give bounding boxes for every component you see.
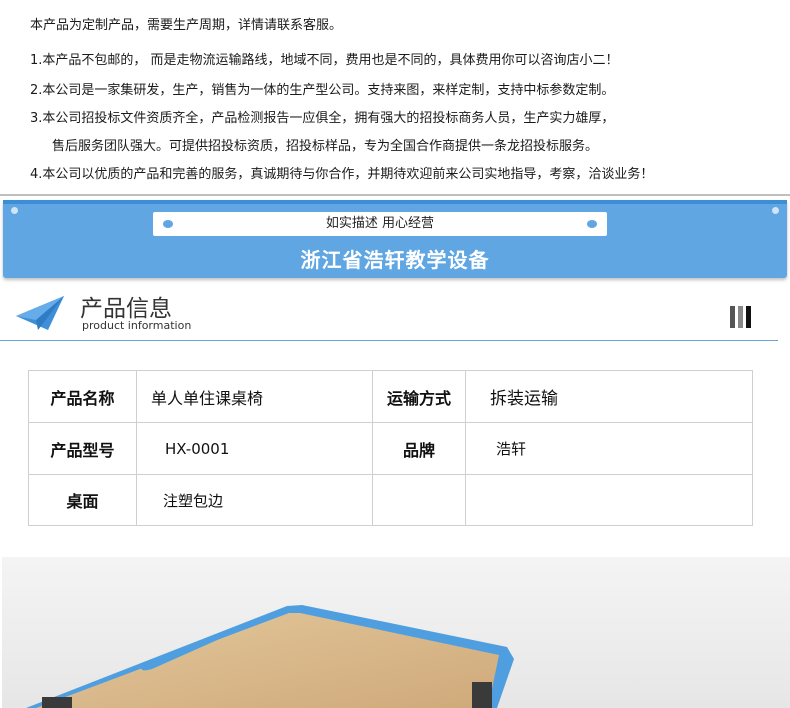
label-text: 品牌: [402, 440, 435, 460]
bar-1: [730, 306, 735, 328]
cell-label-shipping: 运输方式: [373, 371, 466, 423]
note-3-cont: 售后服务团队强大。可提供招投标资质，招投标样品，专为全国合作商提供一条龙招投标服…: [52, 139, 599, 154]
label-text: 产品型号: [50, 440, 115, 460]
desk-surface: [36, 613, 499, 708]
cell-value-model: HX-0001: [137, 423, 373, 475]
spec-table: 产品名称 单人单住课桌椅 运输方式 拆装运输 产品型号 HX-0001 品牌 浩…: [28, 370, 753, 526]
divider: [0, 194, 790, 196]
cell-value-desktop: 注塑包边: [137, 475, 373, 526]
product-photo: [2, 557, 790, 708]
value-text: 浩轩: [496, 440, 527, 458]
banner-top-line: [3, 200, 787, 204]
cell-label-brand: 品牌: [373, 423, 466, 475]
company-name: 浙江省浩轩教学设备: [300, 248, 490, 272]
label-text: 产品名称: [50, 388, 115, 408]
banner-dot-right: [772, 207, 779, 214]
value-text: 单人单住课桌椅: [151, 388, 264, 408]
value-text: HX-0001: [165, 439, 230, 458]
cell-value-shipping: 拆装运输: [466, 371, 753, 423]
section-title: 产品信息: [80, 296, 172, 322]
desk-frame: [472, 682, 492, 708]
bar-2: [738, 306, 743, 328]
banner-dot-left: [11, 207, 18, 214]
paper-plane-icon: [16, 296, 64, 330]
slogan-text: 如实描述 用心经营: [325, 216, 435, 231]
value-text: 注塑包边: [163, 491, 224, 510]
section-subtitle: product information: [82, 319, 192, 332]
cell-label-model: 产品型号: [29, 423, 137, 475]
note-4: 4.本公司以优质的产品和完善的服务，真诚期待与你合作，并期待欢迎前来公司实地指导…: [30, 167, 654, 182]
bar-3: [746, 306, 751, 328]
note-2: 2.本公司是一家集研发，生产，销售为一体的生产型公司。支持来图，来样定制，支持中…: [30, 83, 615, 98]
cell-label-desktop: 桌面: [29, 475, 137, 526]
cell-label-product-name: 产品名称: [29, 371, 137, 423]
slogan-strip: 如实描述 用心经营: [153, 212, 607, 236]
note-intro: 本产品为定制产品，需要生产周期，详情请联系客服。: [30, 18, 343, 33]
section-rule: [0, 340, 778, 341]
value-text: 拆装运输: [490, 389, 558, 409]
desk-illustration: [26, 605, 514, 708]
cell-empty-2: [466, 475, 753, 526]
company-banner: 如实描述 用心经营 浙江省浩轩教学设备: [3, 200, 787, 278]
cell-empty-1: [373, 475, 466, 526]
label-text: 运输方式: [386, 388, 451, 408]
cell-value-product-name: 单人单住课桌椅: [137, 371, 373, 423]
product-info-header: 产品信息 product information: [0, 286, 790, 346]
note-1: 1.本产品不包邮的， 而是走物流运输路线，地域不同，费用也是不同的，具体费用你可…: [30, 53, 619, 68]
note-3: 3.本公司招投标文件资质齐全，产品检测报告一应俱全，拥有强大的招投标商务人员，生…: [30, 111, 615, 126]
cell-value-brand: 浩轩: [466, 423, 753, 475]
desk-frame-left: [42, 697, 72, 708]
label-text: 桌面: [66, 492, 99, 511]
